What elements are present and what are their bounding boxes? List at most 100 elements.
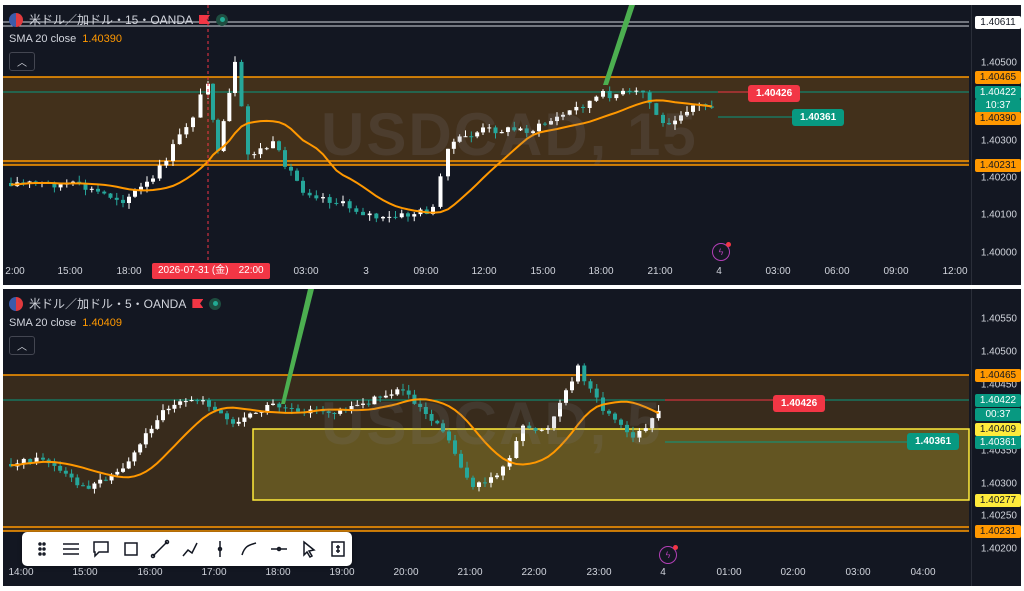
symbol-title[interactable]: 米ドル／加ドル・5・OANDA — [29, 295, 186, 312]
candle — [399, 213, 404, 218]
drag-handle-icon[interactable] — [28, 534, 56, 564]
price-tick-label: 1.40500 — [980, 57, 1017, 69]
usdcad-flag-icon — [9, 296, 23, 311]
time-tick-label: 22:00 — [521, 567, 547, 578]
time-tick-label: 09:00 — [413, 266, 439, 277]
candle — [477, 482, 481, 487]
candle — [641, 90, 645, 93]
lightning-alert-icon[interactable]: ϟ — [712, 242, 731, 261]
price-tick-label: 1.40250 — [980, 510, 1017, 522]
candle — [96, 188, 100, 192]
symbol-title[interactable]: 米ドル／加ドル・15・OANDA — [29, 11, 193, 28]
time-tick-label: 15:00 — [530, 266, 556, 277]
collapse-legend-button[interactable]: ︿ — [9, 336, 35, 355]
candle — [295, 170, 299, 181]
candle — [52, 463, 57, 466]
time-axis[interactable]: 14:00 15:00 16:00 17:00 18:00 19:00 20:00 21:00… — [3, 567, 973, 583]
candle — [314, 195, 319, 199]
price-tick-label: 1.40300 — [980, 478, 1017, 490]
candle — [171, 144, 175, 161]
candle — [102, 191, 107, 194]
candle — [121, 468, 125, 472]
candle — [341, 201, 345, 204]
candle — [621, 90, 625, 95]
candle — [361, 211, 365, 216]
price-tick-label: 1.40500 — [980, 346, 1017, 358]
candle — [634, 90, 639, 92]
time-axis[interactable]: 2:00 15:00 18:00 03:00 3 09:00 12:00 15:00 18:00… — [3, 266, 973, 282]
drawing-toolbar[interactable] — [22, 532, 352, 566]
price-axis[interactable]: 1.405001.404001.403001.402001.401001.400… — [972, 5, 1021, 285]
candle — [227, 92, 232, 122]
candle — [98, 479, 103, 484]
candle — [211, 83, 215, 120]
candle — [145, 181, 149, 187]
vertical-line-icon[interactable] — [206, 534, 234, 564]
candle — [127, 196, 131, 204]
time-tick-label: 12:00 — [471, 266, 497, 277]
candle — [195, 400, 200, 402]
candle — [207, 400, 211, 407]
curve-icon[interactable] — [235, 534, 263, 564]
time-tick-label: 15:00 — [57, 266, 83, 277]
indicator-value: 1.40390 — [82, 33, 123, 45]
price-callout-green[interactable]: 1.40361 — [792, 109, 845, 126]
horizontal-lines-icon[interactable] — [58, 534, 86, 564]
time-tick-label: 18:00 — [265, 567, 291, 578]
rectangle-icon[interactable] — [117, 534, 145, 564]
symbol-header[interactable]: 米ドル／加ドル・5・OANDA — [9, 295, 222, 312]
candle — [164, 160, 169, 166]
lightning-alert-icon[interactable]: ϟ — [659, 545, 678, 564]
price-tag: 1.40231 — [975, 159, 1021, 172]
symbol-header[interactable]: 米ドル／加ドル・15・OANDA — [9, 11, 229, 28]
time-tick-label: 06:00 — [824, 266, 850, 277]
time-tick-label: 21:00 — [457, 567, 483, 578]
candle — [86, 485, 91, 489]
candle — [69, 473, 74, 478]
candle — [63, 470, 68, 474]
comment-icon[interactable] — [87, 534, 115, 564]
price-callout-red[interactable]: 1.40426 — [773, 395, 826, 412]
time-tick-label: 18:00 — [116, 266, 142, 277]
time-tick-label: 03:00 — [845, 567, 871, 578]
candle — [236, 421, 241, 424]
candle — [253, 412, 258, 414]
collapse-legend-button[interactable]: ︿ — [9, 52, 35, 71]
candle — [412, 214, 417, 217]
time-tick-label: 17:00 — [201, 567, 227, 578]
price-label-icon[interactable] — [324, 534, 352, 564]
price-callout-red[interactable]: 1.40426 — [748, 85, 801, 102]
chart-pane-15m[interactable]: USDCAD, 15 米ドル／加ドル・15・OANDA SMA 20 close… — [3, 5, 1021, 285]
time-tick-label: 03:00 — [765, 266, 791, 277]
indicator-legend[interactable]: SMA 20 close 1.40390 — [9, 33, 122, 45]
price-tick-label: 1.40550 — [980, 313, 1017, 325]
flag-icon[interactable] — [199, 15, 211, 24]
price-axis[interactable]: 1.405501.405001.404501.404001.403501.403… — [972, 289, 1021, 586]
candle — [149, 428, 154, 434]
indicator-label: SMA 20 close — [9, 317, 77, 329]
candle — [115, 471, 120, 475]
price-tag: 1.40422 — [975, 394, 1021, 407]
price-tag: 1.40465 — [975, 369, 1021, 382]
candle — [114, 197, 119, 200]
price-tag: 1.40409 — [975, 423, 1021, 436]
price-tag: 1.40231 — [975, 525, 1021, 538]
candle — [501, 466, 505, 476]
watermark: USDCAD, 15 — [321, 101, 698, 168]
flag-icon[interactable] — [192, 299, 204, 308]
candle — [381, 216, 385, 219]
horizontal-ray-icon[interactable] — [265, 534, 293, 564]
indicator-legend[interactable]: SMA 20 close 1.40409 — [9, 317, 122, 329]
cursor-icon[interactable] — [295, 534, 323, 564]
brush-path-icon[interactable] — [176, 534, 204, 564]
trend-line-icon[interactable] — [147, 534, 175, 564]
candle — [133, 190, 137, 197]
price-tag: 1.40390 — [975, 112, 1021, 125]
candle — [582, 365, 587, 382]
candle — [121, 199, 125, 204]
candle — [283, 407, 288, 409]
candle — [277, 141, 281, 151]
candle — [387, 216, 392, 218]
price-callout-green[interactable]: 1.40361 — [907, 433, 960, 450]
candle — [239, 61, 244, 107]
